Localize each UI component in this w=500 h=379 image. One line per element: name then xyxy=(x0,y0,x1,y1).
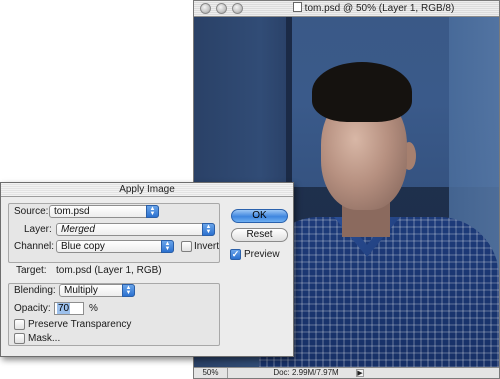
opacity-label: Opacity: xyxy=(14,303,51,314)
blending-group: Blending: Multiply ▲ ▼ Opacity: 70 % Pres… xyxy=(8,283,220,346)
photo-subject-hair xyxy=(312,62,412,122)
preserve-transparency-checkbox[interactable] xyxy=(14,319,25,330)
document-statusbar: 50% Doc: 2.99M/7.97M ▶ xyxy=(194,367,499,378)
opacity-input[interactable]: 70 xyxy=(54,302,84,315)
apply-image-dialog: Apply Image Source: tom.psd ▲ ▼ Layer: Me… xyxy=(0,182,294,357)
dialog-titlebar[interactable]: Apply Image xyxy=(1,183,293,197)
target-label: Target: xyxy=(16,265,47,276)
channel-label: Channel: xyxy=(14,241,55,252)
source-value: tom.psd xyxy=(54,206,90,217)
source-popup[interactable]: tom.psd ▲ ▼ xyxy=(49,205,159,218)
opacity-value: 70 xyxy=(57,303,71,314)
source-group: Source: tom.psd ▲ ▼ Layer: Merged ▲ ▼ Chan… xyxy=(8,203,220,263)
layer-label: Layer: xyxy=(24,224,52,235)
channel-popup[interactable]: Blue copy ▲ ▼ xyxy=(56,240,174,253)
zoom-window-icon[interactable] xyxy=(232,3,243,14)
document-title: tom.psd @ 50% (Layer 1, RGB/8) xyxy=(254,2,493,16)
zoom-level-field[interactable]: 50% xyxy=(194,368,228,378)
popup-arrows-icon: ▲ ▼ xyxy=(161,240,174,253)
preview-label: Preview xyxy=(244,249,280,260)
blending-value: Multiply xyxy=(64,285,98,296)
reset-button[interactable]: Reset xyxy=(231,228,288,242)
mask-checkbox[interactable] xyxy=(14,333,25,344)
preserve-transparency-label: Preserve Transparency xyxy=(28,319,132,330)
opacity-unit: % xyxy=(89,303,98,314)
document-size-readout: Doc: 2.99M/7.97M xyxy=(273,368,339,377)
blending-label: Blending: xyxy=(14,285,56,296)
invert-checkbox[interactable] xyxy=(181,241,192,252)
popup-arrows-icon: ▲ ▼ xyxy=(122,284,135,297)
preview-checkbox[interactable]: ✓ xyxy=(230,249,241,260)
invert-label: Invert xyxy=(194,241,220,252)
checkmark-icon: ✓ xyxy=(231,249,240,259)
dialog-title: Apply Image xyxy=(119,184,175,195)
close-window-icon[interactable] xyxy=(200,3,211,14)
document-titlebar[interactable]: tom.psd @ 50% (Layer 1, RGB/8) xyxy=(194,1,499,17)
mask-label: Mask... xyxy=(28,333,61,344)
popup-arrows-icon: ▲ ▼ xyxy=(146,205,159,218)
status-menu-arrow-icon[interactable]: ▶ xyxy=(356,369,364,377)
popup-arrows-icon: ▲ ▼ xyxy=(202,223,215,236)
document-icon xyxy=(292,2,302,12)
channel-value: Blue copy xyxy=(61,241,105,252)
layer-value: Merged xyxy=(61,224,95,235)
minimize-window-icon[interactable] xyxy=(216,3,227,14)
layer-popup[interactable]: Merged ▲ ▼ xyxy=(56,223,215,236)
document-title-text: tom.psd @ 50% (Layer 1, RGB/8) xyxy=(304,3,455,14)
source-label: Source: xyxy=(14,206,49,217)
ok-button[interactable]: OK xyxy=(231,209,288,223)
target-value: tom.psd (Layer 1, RGB) xyxy=(56,265,162,276)
blending-popup[interactable]: Multiply ▲ ▼ xyxy=(59,284,135,297)
